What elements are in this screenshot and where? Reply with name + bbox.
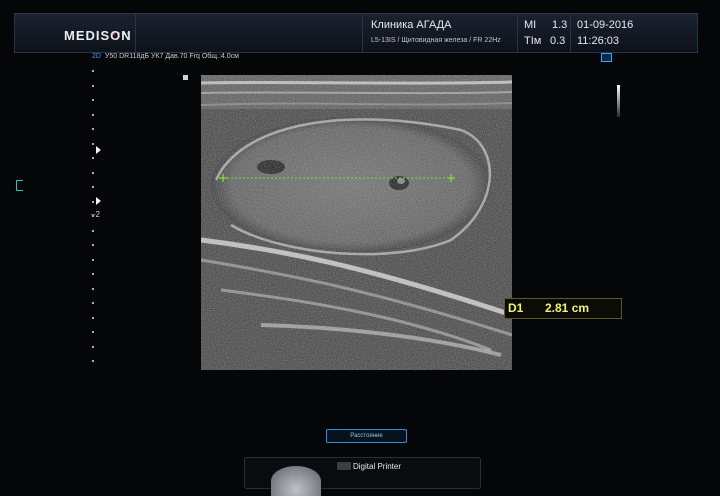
depth-tick <box>92 99 94 101</box>
tim-value: 0.3 <box>550 35 566 47</box>
depth-tick <box>92 85 94 87</box>
depth-tick <box>92 288 94 290</box>
depth-scale: –2 <box>88 70 108 370</box>
ultrasound-image <box>201 75 512 370</box>
printer-panel[interactable]: Digital Printer <box>244 457 481 496</box>
header-divider <box>362 14 363 52</box>
logo-box: MEDISON <box>15 14 136 52</box>
logo: MEDISON <box>64 28 132 43</box>
depth-tick <box>92 317 94 319</box>
mode-label: 2D <box>92 53 101 60</box>
depth-tick <box>92 186 94 188</box>
orientation-marker-icon <box>183 75 188 80</box>
depth-tick <box>92 143 94 145</box>
tim-label: TIм <box>524 35 542 47</box>
depth-tick <box>92 128 94 130</box>
depth-tick <box>92 360 94 362</box>
logo-dots <box>112 22 140 35</box>
focus-marker-icon[interactable] <box>96 146 101 154</box>
params-text: У50 DR118дБ УК7 Дав.70 Frq Общ.:4.0см <box>104 53 239 60</box>
printer-label: Digital Printer <box>353 462 402 471</box>
mi-label: MI <box>524 19 537 31</box>
measurement-label: D1 <box>508 301 524 315</box>
header-bar: MEDISON Клиника АГАДА L5-13IS / Щитовидн… <box>14 13 698 53</box>
depth-tick <box>92 346 94 348</box>
depth-tick <box>92 114 94 116</box>
depth-tick <box>92 331 94 333</box>
side-bracket-icon <box>16 180 23 191</box>
depth-tick <box>92 215 94 217</box>
depth-tick <box>92 273 94 275</box>
depth-tick <box>92 244 94 246</box>
depth-tick <box>92 172 94 174</box>
distance-button[interactable]: Расстояние <box>326 429 407 443</box>
grayscale-bar <box>617 85 620 117</box>
measurement-value: 2.81 cm <box>545 301 590 315</box>
depth-tick <box>92 157 94 159</box>
header-divider <box>570 14 571 52</box>
ultrasound-texture <box>201 75 512 370</box>
focus-marker-icon[interactable] <box>96 197 101 205</box>
depth-tick <box>92 259 94 261</box>
clinic-name: Клиника АГАДА <box>371 19 452 31</box>
image-layout-icon[interactable] <box>601 53 612 62</box>
probe-info: L5-13IS / Щитовидная железа / FR 22Hz <box>371 37 501 44</box>
mi-value: 1.3 <box>552 19 568 31</box>
depth-tick <box>92 70 94 72</box>
header-divider <box>517 14 518 52</box>
depth-tick <box>92 201 94 203</box>
measurement-readout: D1 2.81 cm <box>504 298 622 319</box>
printer-key-icon <box>337 462 351 470</box>
printer-icon <box>271 466 321 496</box>
depth-tick <box>92 230 94 232</box>
depth-tick <box>92 302 94 304</box>
imaging-params: 2D У50 DR118дБ УК7 Дав.70 Frq Общ.:4.0см <box>92 53 239 60</box>
exam-date: 01-09-2016 <box>577 19 634 31</box>
exam-time: 11:26:03 <box>577 35 620 47</box>
